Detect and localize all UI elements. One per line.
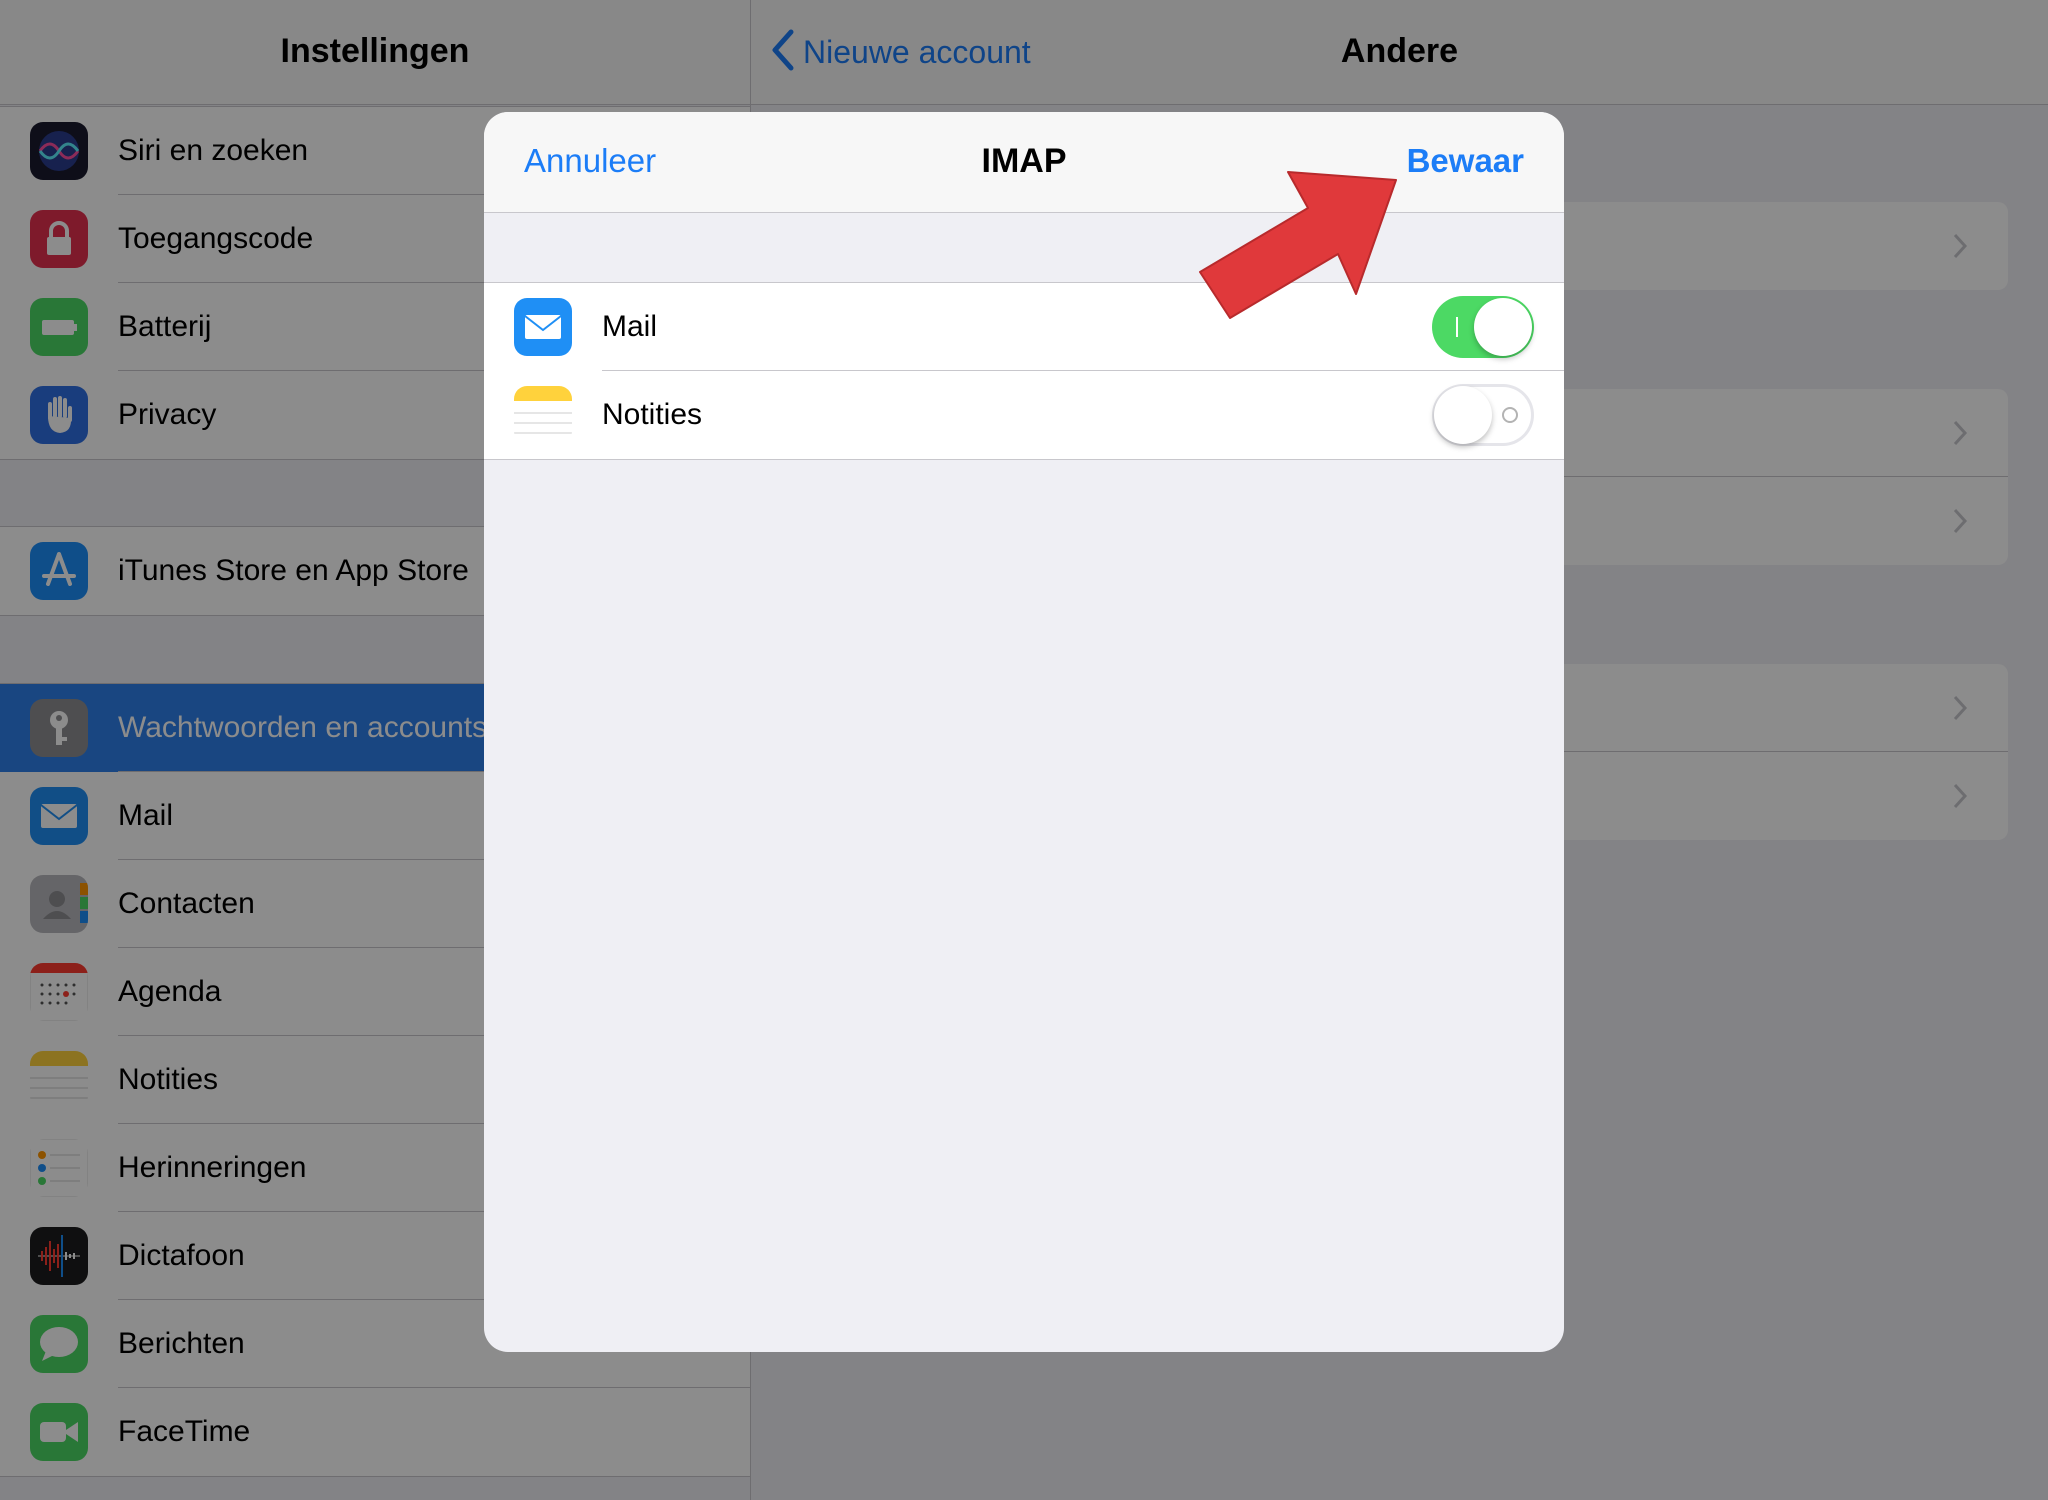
sync-row-label: Mail <box>602 310 658 343</box>
sync-row-label: Notities <box>602 398 703 431</box>
red-arrow-icon <box>1190 160 1410 335</box>
save-button[interactable]: Bewaar <box>1407 142 1524 180</box>
notes-icon <box>514 386 572 444</box>
mail-toggle[interactable] <box>1432 296 1534 358</box>
mail-icon <box>514 298 572 356</box>
sync-row-notes: Notities <box>484 371 1564 459</box>
notes-toggle[interactable] <box>1432 384 1534 446</box>
